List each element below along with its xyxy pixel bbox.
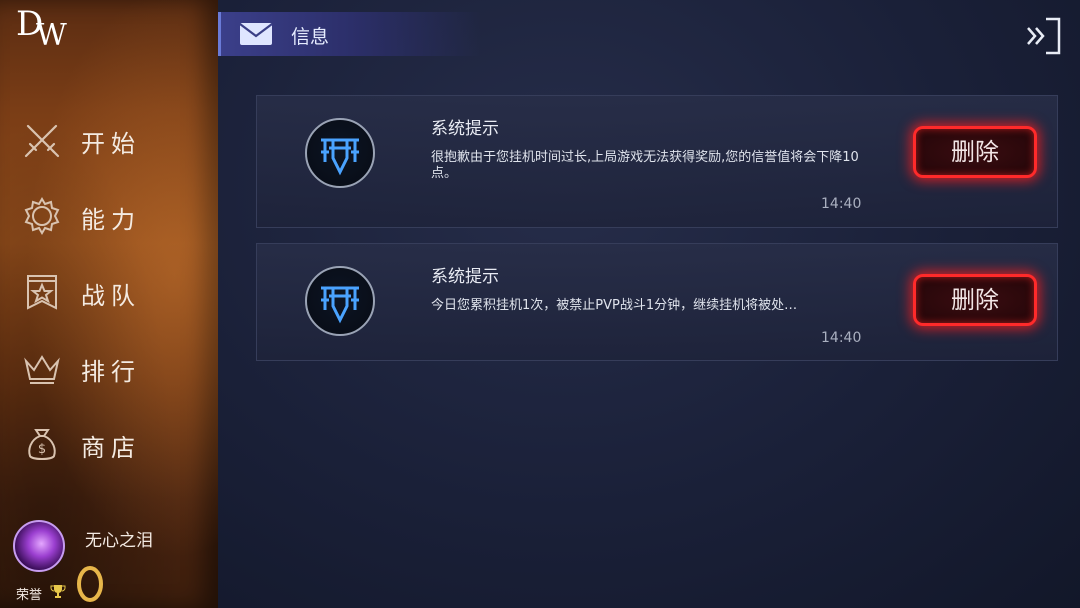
- mail-icon: [239, 22, 273, 46]
- logo-letter-w: W: [36, 18, 67, 53]
- crown-icon: [22, 348, 62, 388]
- delete-button[interactable]: 删除: [913, 274, 1037, 326]
- app-logo: D W: [16, 4, 72, 53]
- sidebar-item-team[interactable]: 战队: [0, 262, 218, 322]
- user-profile: 无心之泪 荣誉: [0, 510, 218, 608]
- main-panel: 信息 系统提示 很抱歉由于您挂机时间过长,上局游戏无法获得奖励,您的信誉值将会下…: [218, 0, 1080, 608]
- svg-text:$: $: [38, 442, 46, 457]
- message-title: 系统提示: [431, 119, 499, 139]
- message-body: 今日您累积挂机1次，被禁止PVP战斗1分钟，继续挂机将被处…: [431, 298, 798, 313]
- sidebar-item-ranking[interactable]: 排行: [0, 338, 218, 398]
- message-time: 14:40: [821, 330, 862, 346]
- message-card: 系统提示 很抱歉由于您挂机时间过长,上局游戏无法获得奖励,您的信誉值将会下降10…: [256, 95, 1058, 228]
- avatar[interactable]: [13, 520, 65, 572]
- delete-button[interactable]: 删除: [913, 126, 1037, 178]
- sidebar-item-label: 能力: [81, 206, 141, 234]
- game-emblem-icon: [305, 118, 375, 188]
- page-title: 信息: [291, 26, 330, 48]
- honor-label: 荣誉: [16, 588, 43, 603]
- gear-icon: [22, 196, 62, 236]
- message-card: 系统提示 今日您累积挂机1次，被禁止PVP战斗1分钟，继续挂机将被处… 14:4…: [256, 243, 1058, 361]
- sidebar: D W 开始 能力 战队 排行 $ 商店 无心之泪 荣誉: [0, 0, 218, 608]
- username: 无心之泪: [85, 531, 153, 551]
- sidebar-item-ability[interactable]: 能力: [0, 186, 218, 246]
- sidebar-item-label: 开始: [81, 130, 141, 158]
- game-emblem-icon: [305, 266, 375, 336]
- sidebar-item-start[interactable]: 开始: [0, 110, 218, 170]
- message-body: 很抱歉由于您挂机时间过长,上局游戏无法获得奖励,您的信誉值将会下降10点。: [431, 150, 859, 181]
- exit-icon[interactable]: [1022, 15, 1062, 57]
- crossed-swords-icon: [22, 120, 62, 160]
- header: 信息: [218, 12, 1080, 56]
- sidebar-item-label: 排行: [81, 358, 141, 386]
- sidebar-item-shop[interactable]: $ 商店: [0, 414, 218, 474]
- message-time: 14:40: [821, 196, 862, 212]
- trophy-icon: [50, 583, 66, 599]
- money-bag-icon: $: [22, 424, 62, 464]
- header-bar: 信息: [218, 12, 481, 56]
- sidebar-item-label: 战队: [81, 282, 141, 310]
- star-banner-icon: [22, 272, 62, 312]
- gold-ring-icon: [74, 564, 106, 604]
- message-title: 系统提示: [431, 267, 499, 287]
- sidebar-item-label: 商店: [81, 434, 141, 462]
